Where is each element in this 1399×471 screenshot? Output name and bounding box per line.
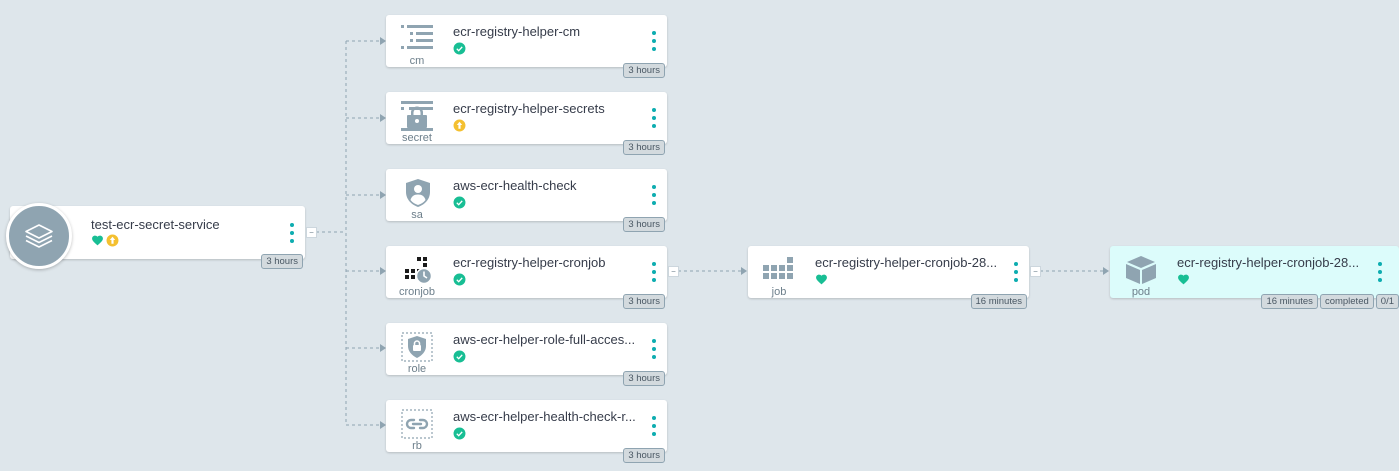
resource-kind: role (407, 363, 427, 375)
resource-name: aws-ecr-helper-health-check-r... (453, 409, 636, 424)
pod-node[interactable]: pod ecr-registry-helper-cronjob-28... 16… (1110, 246, 1399, 309)
synced-check-icon (453, 273, 466, 286)
resource-node-rb[interactable]: rb aws-ecr-helper-health-check-r... 3 ho… (386, 400, 667, 463)
age-tag: 3 hours (623, 217, 665, 232)
resource-menu-button[interactable] (649, 185, 659, 205)
resource-menu-button[interactable] (649, 31, 659, 51)
job-icon (763, 257, 793, 279)
resource-kind: pod (1131, 286, 1151, 298)
resource-node-secret[interactable]: secret ecr-registry-helper-secrets 3 hou… (386, 92, 667, 155)
age-tag: 3 hours (623, 140, 665, 155)
healthy-heart-icon (816, 274, 827, 285)
phase-tag: completed (1319, 294, 1374, 309)
resource-name: ecr-registry-helper-cronjob-28... (1177, 255, 1360, 270)
age-tag: 3 hours (261, 254, 303, 269)
healthy-heart-icon (92, 235, 103, 246)
resource-kind: cronjob (398, 286, 436, 298)
secret-icon (401, 101, 433, 131)
configmap-icon (401, 25, 433, 49)
resource-menu-button[interactable] (649, 262, 659, 282)
app-menu-button[interactable] (287, 223, 297, 243)
resource-menu-button[interactable] (649, 416, 659, 436)
resource-name: aws-ecr-helper-role-full-acces... (453, 332, 636, 347)
application-icon (6, 203, 72, 269)
app-status (91, 234, 119, 247)
resource-name: ecr-registry-helper-cm (453, 24, 581, 39)
resource-kind: sa (411, 209, 423, 221)
ready-tag: 0/1 (1375, 294, 1399, 309)
app-collapse-toggle[interactable]: − (306, 227, 317, 238)
age-tag: 3 hours (623, 294, 665, 309)
resource-menu-button[interactable] (649, 339, 659, 359)
synced-check-icon (453, 196, 466, 209)
role-icon (401, 332, 433, 362)
resource-node-role[interactable]: role aws-ecr-helper-role-full-acces... 3… (386, 323, 667, 386)
resource-kind: cm (409, 55, 425, 67)
resource-node-sa[interactable]: sa aws-ecr-health-check 3 hours (386, 169, 667, 232)
synced-check-icon (453, 42, 466, 55)
resource-name: ecr-registry-helper-secrets (453, 101, 605, 116)
healthy-heart-icon (1178, 274, 1189, 285)
cronjob-icon (405, 257, 433, 285)
rolebinding-icon (401, 409, 433, 439)
service-account-icon (406, 179, 430, 207)
resource-menu-button[interactable] (1375, 262, 1385, 282)
resource-name: ecr-registry-helper-cronjob (453, 255, 606, 270)
synced-check-icon (453, 427, 466, 440)
app-name: test-ecr-secret-service (91, 217, 220, 232)
out-of-sync-icon (453, 119, 466, 132)
layers-icon (25, 224, 53, 248)
age-tag: 3 hours (623, 371, 665, 386)
resource-kind: job (771, 286, 787, 298)
job-node[interactable]: job ecr-registry-helper-cronjob-28... 16… (748, 246, 1029, 309)
job-collapse-toggle[interactable]: − (1030, 266, 1041, 277)
out-of-sync-icon (106, 234, 119, 247)
resource-kind: secret (402, 132, 432, 144)
age-tag: 16 minutes (1261, 294, 1318, 309)
resource-menu-button[interactable] (1011, 262, 1021, 282)
resource-node-cm[interactable]: cm ecr-registry-helper-cm 3 hours (386, 15, 667, 78)
resource-name: ecr-registry-helper-cronjob-28... (815, 255, 998, 270)
age-tag: 16 minutes (970, 294, 1027, 309)
cronjob-collapse-toggle[interactable]: − (668, 266, 679, 277)
resource-name: aws-ecr-health-check (453, 178, 577, 193)
resource-node-cronjob[interactable]: cronjob ecr-registry-helper-cronjob 3 ho… (386, 246, 667, 309)
age-tag: 3 hours (623, 448, 665, 463)
synced-check-icon (453, 350, 466, 363)
resource-menu-button[interactable] (649, 108, 659, 128)
age-tag: 3 hours (623, 63, 665, 78)
pod-cube-icon (1126, 256, 1156, 284)
resource-kind: rb (412, 440, 422, 452)
